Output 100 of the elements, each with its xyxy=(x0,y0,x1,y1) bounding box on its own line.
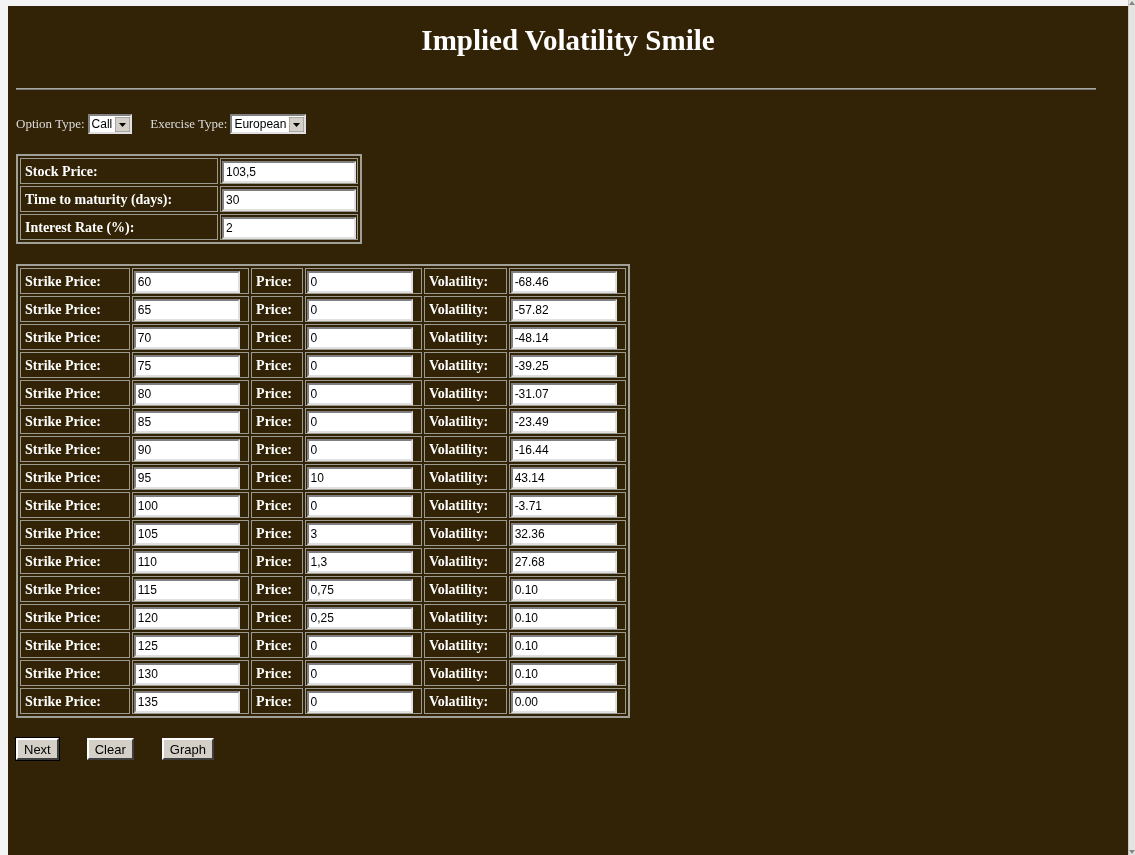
input-field[interactable]: -23.49 xyxy=(510,411,617,433)
field-label: Strike Price: xyxy=(25,665,101,681)
field-label: Strike Price: xyxy=(25,301,101,317)
input-field[interactable]: 75 xyxy=(133,355,240,377)
input-field[interactable]: 0 xyxy=(306,495,413,517)
input-field[interactable]: 0 xyxy=(306,327,413,349)
input-field[interactable]: 0.10 xyxy=(510,635,617,657)
form-button[interactable]: Clear xyxy=(86,738,134,760)
field-label: Volatility: xyxy=(428,665,489,681)
input-field[interactable]: 0 xyxy=(306,691,413,713)
input-field[interactable]: 0,25 xyxy=(306,607,413,629)
field-label: Price: xyxy=(256,693,292,709)
scroll-down-icon[interactable] xyxy=(1129,849,1135,855)
field-label: Volatility: xyxy=(428,609,489,625)
scrollbar[interactable] xyxy=(1128,0,1135,855)
input-field[interactable]: 0.00 xyxy=(510,691,617,713)
input-field[interactable]: 95 xyxy=(133,467,240,489)
input-field[interactable]: 103,5 xyxy=(222,161,356,183)
field-label: Price: xyxy=(256,525,292,541)
field-label: Volatility: xyxy=(428,413,489,429)
field-label: Strike Price: xyxy=(25,441,101,457)
input-field[interactable]: -16.44 xyxy=(510,439,617,461)
input-field[interactable]: 0.10 xyxy=(510,663,617,685)
field-label: Price: xyxy=(256,357,292,373)
field-label: Volatility: xyxy=(428,357,489,373)
field-label: Strike Price: xyxy=(25,525,101,541)
dropdown[interactable]: Call xyxy=(87,114,133,134)
input-field[interactable]: 90 xyxy=(133,439,240,461)
page-title: Implied Volatility Smile xyxy=(420,23,716,58)
field-label: Volatility: xyxy=(428,581,489,597)
input-field[interactable]: -48.14 xyxy=(510,327,617,349)
field-label: Price: xyxy=(256,385,292,401)
field-label: Strike Price: xyxy=(25,497,101,513)
field-label: Strike Price: xyxy=(25,329,101,345)
input-field[interactable]: 43.14 xyxy=(510,467,617,489)
input-field[interactable]: 3 xyxy=(306,523,413,545)
input-field[interactable]: 0 xyxy=(306,439,413,461)
field-label: Price: xyxy=(256,665,292,681)
field-label: Volatility: xyxy=(428,273,489,289)
input-field[interactable]: 2 xyxy=(222,217,356,239)
input-field[interactable]: -39.25 xyxy=(510,355,617,377)
input-field[interactable]: 110 xyxy=(133,551,240,573)
scroll-up-icon[interactable] xyxy=(1129,0,1135,6)
input-field[interactable]: 0.10 xyxy=(510,607,617,629)
field-label: Strike Price: xyxy=(25,609,101,625)
field-label: Strike Price: xyxy=(25,693,101,709)
input-field[interactable]: 0 xyxy=(306,635,413,657)
input-field[interactable]: 0 xyxy=(306,355,413,377)
input-field[interactable]: 85 xyxy=(133,411,240,433)
field-label: Price: xyxy=(256,329,292,345)
field-label: Strike Price: xyxy=(25,385,101,401)
input-field[interactable]: 1,3 xyxy=(306,551,413,573)
input-field[interactable]: 70 xyxy=(133,327,240,349)
input-field[interactable]: 0 xyxy=(306,411,413,433)
form-button[interactable]: Graph xyxy=(161,738,214,760)
field-label: Strike Price: xyxy=(25,553,101,569)
field-label: Volatility: xyxy=(428,329,489,345)
input-field[interactable]: 30 xyxy=(222,189,356,211)
input-field[interactable]: 65 xyxy=(133,299,240,321)
field-label: Strike Price: xyxy=(25,273,101,289)
input-field[interactable]: 115 xyxy=(133,579,240,601)
input-field[interactable]: -31.07 xyxy=(510,383,617,405)
input-field[interactable]: -68.46 xyxy=(510,271,617,293)
input-field[interactable]: 130 xyxy=(133,663,240,685)
input-field[interactable]: 125 xyxy=(133,635,240,657)
input-field[interactable]: 80 xyxy=(133,383,240,405)
input-field[interactable]: 27.68 xyxy=(510,551,617,573)
field-label: Price: xyxy=(256,637,292,653)
input-field[interactable]: 135 xyxy=(133,691,240,713)
input-field[interactable]: 120 xyxy=(133,607,240,629)
input-field[interactable]: 100 xyxy=(133,495,240,517)
caret-icon[interactable] xyxy=(289,116,305,132)
input-field[interactable]: -3.71 xyxy=(510,495,617,517)
input-field[interactable]: 0,75 xyxy=(306,579,413,601)
input-field[interactable]: 105 xyxy=(133,523,240,545)
field-label: Strike Price: xyxy=(25,357,101,373)
caret-icon[interactable] xyxy=(115,116,131,132)
input-field[interactable]: 0 xyxy=(306,271,413,293)
dropdown[interactable]: European xyxy=(230,114,307,134)
field-label: Price: xyxy=(256,301,292,317)
field-label: Volatility: xyxy=(428,553,489,569)
field-label: Volatility: xyxy=(428,385,489,401)
field-label: Price: xyxy=(256,553,292,569)
input-field[interactable]: 32.36 xyxy=(510,523,617,545)
field-label: Stock Price: xyxy=(25,163,98,179)
field-label: Price: xyxy=(256,581,292,597)
input-field[interactable]: 10 xyxy=(306,467,413,489)
input-field[interactable]: 0 xyxy=(306,383,413,405)
input-field[interactable]: 0 xyxy=(306,299,413,321)
input-field[interactable]: 0.10 xyxy=(510,579,617,601)
form-button[interactable]: Next xyxy=(16,738,59,760)
field-label: Price: xyxy=(256,273,292,289)
field-label: Interest Rate (%): xyxy=(25,219,135,235)
input-field[interactable]: 60 xyxy=(133,271,240,293)
field-label: Volatility: xyxy=(428,497,489,513)
field-label: Strike Price: xyxy=(25,413,101,429)
field-label: Volatility: xyxy=(428,525,489,541)
input-field[interactable]: 0 xyxy=(306,663,413,685)
dropdown-label: Exercise Type: xyxy=(150,115,228,134)
input-field[interactable]: -57.82 xyxy=(510,299,617,321)
